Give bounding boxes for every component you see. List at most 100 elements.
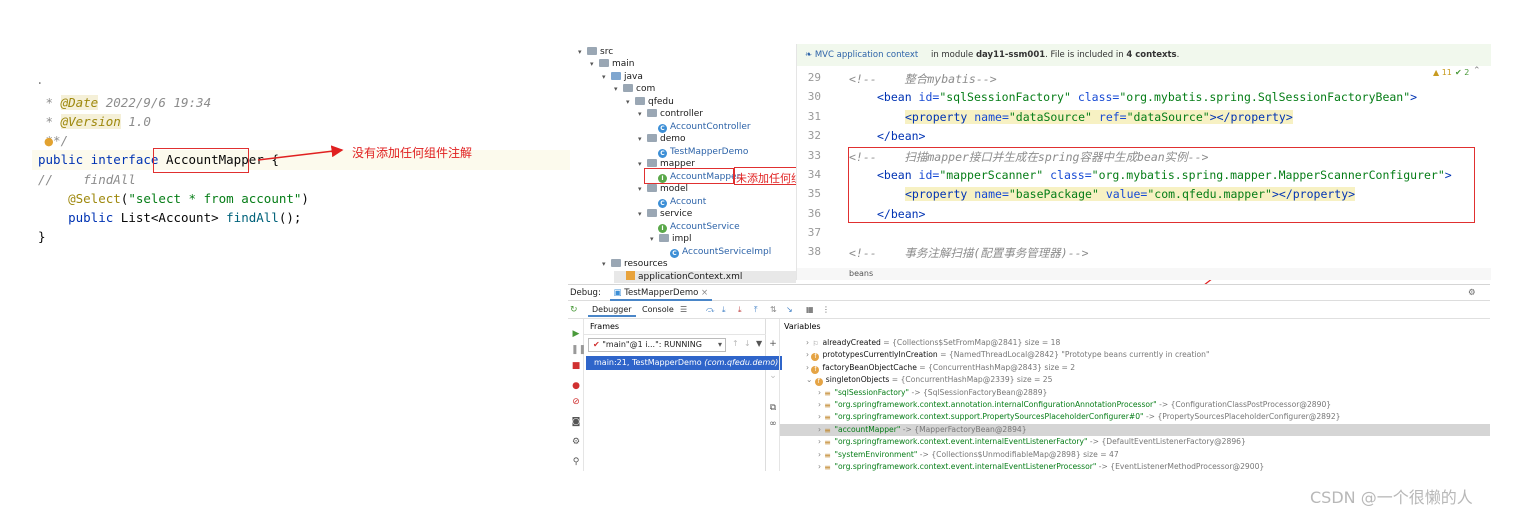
resume-icon[interactable]: ▶ bbox=[571, 329, 581, 339]
tree-item-accountservice[interactable]: I AccountService bbox=[658, 221, 740, 233]
filter-icon[interactable]: ▼ bbox=[756, 339, 762, 348]
stop-icon[interactable]: ■ bbox=[571, 361, 581, 371]
tree-item-testmapperdemo[interactable]: C TestMapperDemo bbox=[658, 146, 748, 158]
tree-item-qfedu[interactable]: ▾ qfedu bbox=[626, 96, 674, 108]
map-entry-icon: ≡ bbox=[824, 463, 831, 472]
tree-item-accountserviceimpl[interactable]: C AccountServiceImpl bbox=[670, 246, 771, 258]
map-entry-row[interactable]: › ≡ "org.springframework.context.event.in… bbox=[818, 461, 1264, 471]
interface-icon: I bbox=[658, 224, 667, 233]
var-row[interactable]: ⌄ f singletonObjects = {ConcurrentHashMap… bbox=[806, 374, 1052, 387]
step-over-icon[interactable]: ⤼ bbox=[706, 301, 715, 319]
collapse-down-icon[interactable]: ⌄ bbox=[768, 371, 778, 381]
debug-side-rail: ▶ ❚❚ ■ ● ⊘ ◙ ⚙ ⚲ bbox=[568, 319, 586, 471]
evaluate-icon[interactable]: ▦ bbox=[806, 301, 814, 319]
map-entry-row[interactable]: › ≡ "org.springframework.context.annotati… bbox=[818, 399, 1331, 411]
run-to-cursor-icon[interactable]: ↘ bbox=[786, 301, 793, 319]
arrow-down-icon[interactable]: ↓ bbox=[744, 339, 751, 348]
map-entry-row[interactable]: › ≡ "sqlSessionFactory" -> {SqlSessionFac… bbox=[818, 387, 1047, 399]
var-row[interactable]: › f prototypesCurrentlyInCreation = {Name… bbox=[806, 349, 1210, 362]
tree-item-java[interactable]: ▾ java bbox=[602, 71, 643, 83]
tree-item-impl[interactable]: ▾ impl bbox=[650, 233, 691, 245]
context-link[interactable]: MVC application context bbox=[815, 50, 918, 60]
chevron-down-icon[interactable]: ▾ bbox=[638, 108, 647, 120]
more-icon[interactable]: ⋮ bbox=[822, 301, 830, 319]
mute-breakpoints-icon[interactable]: ⊘ bbox=[571, 397, 581, 407]
tree-item-src[interactable]: ▾ src bbox=[578, 46, 613, 58]
arrow-up-icon[interactable]: ↑ bbox=[732, 339, 739, 348]
settings-icon[interactable]: ⚙ bbox=[571, 437, 581, 447]
field-flag-icon: ⚐ bbox=[812, 340, 819, 348]
map-entry-row-selected[interactable]: › ≡ "accountMapper" -> {MapperFactoryBean… bbox=[780, 423, 1490, 437]
map-entry-row[interactable]: › ≡ "org.springframework.context.event.in… bbox=[818, 436, 1246, 448]
frame-row[interactable]: main:21, TestMapperDemo (com.qfedu.demo) bbox=[586, 356, 782, 370]
chevron-down-icon[interactable]: ▾ bbox=[590, 58, 599, 70]
map-entry-icon: ≡ bbox=[824, 401, 831, 410]
step-into-icon[interactable]: ⤓ bbox=[722, 301, 726, 319]
map-entry-icon: ≡ bbox=[824, 438, 831, 448]
glasses-icon[interactable]: ∞ bbox=[768, 419, 778, 429]
chevron-down-icon[interactable]: ▾ bbox=[638, 208, 647, 220]
pin-icon[interactable]: ⚲ bbox=[571, 457, 581, 467]
view-breakpoints-icon[interactable]: ● bbox=[571, 381, 581, 391]
step-out-icon[interactable]: ⤒ bbox=[754, 301, 758, 319]
force-step-into-icon[interactable]: ⤓ bbox=[738, 301, 742, 319]
debug-label: Debug: bbox=[570, 288, 601, 298]
spring-context-bar: ❧ MVC application context in module day1… bbox=[797, 44, 1491, 66]
tree-item-com[interactable]: ▾ com bbox=[614, 83, 655, 95]
chevron-down-icon[interactable]: ▾ bbox=[638, 183, 647, 195]
xml-line-30: <bean id="sqlSessionFactory" class="org.… bbox=[877, 90, 1418, 104]
tree-item-account[interactable]: C Account bbox=[658, 196, 706, 208]
map-entry-icon: ≡ bbox=[824, 450, 831, 460]
copy-icon[interactable]: ⧉ bbox=[768, 403, 778, 413]
line-number: 32 bbox=[807, 129, 821, 142]
add-watch-icon[interactable]: + bbox=[768, 339, 778, 349]
camera-icon[interactable]: ◙ bbox=[571, 417, 581, 427]
tree-item-demo[interactable]: ▾ demo bbox=[638, 133, 686, 145]
var-row[interactable]: › ⚐ alreadyCreated = {Collections$SetFrom… bbox=[806, 337, 1060, 349]
line-number: 31 bbox=[807, 110, 821, 123]
collapse-up-icon[interactable]: ⌃ bbox=[768, 359, 778, 369]
tree-item-resources[interactable]: ▾ resources bbox=[602, 258, 668, 270]
xml-file-icon bbox=[626, 271, 635, 280]
var-row[interactable]: › f factoryBeanObjectCache = {ConcurrentH… bbox=[806, 362, 1075, 374]
tree-item-service[interactable]: ▾ service bbox=[638, 208, 692, 220]
chevron-down-icon[interactable]: ▾ bbox=[626, 96, 635, 108]
tab-debugger[interactable]: Debugger bbox=[588, 303, 636, 317]
menu-icon[interactable]: ☰ bbox=[680, 301, 687, 319]
run-config-icon: ▣ bbox=[613, 288, 622, 298]
pause-icon[interactable]: ❚❚ bbox=[571, 345, 586, 355]
folder-icon bbox=[587, 47, 597, 55]
xml-line-32: </bean> bbox=[877, 129, 926, 143]
chevron-down-icon[interactable]: ▾ bbox=[614, 83, 623, 95]
folder-icon bbox=[599, 59, 609, 67]
line-number: 35 bbox=[807, 187, 821, 200]
tree-item-controller[interactable]: ▾ controller bbox=[638, 108, 703, 120]
chevron-down-icon[interactable]: ▾ bbox=[650, 233, 659, 245]
close-icon[interactable]: × bbox=[701, 288, 708, 298]
rerun-icon[interactable]: ↻ bbox=[570, 301, 578, 319]
chevron-down-icon[interactable]: ▾ bbox=[602, 258, 611, 270]
tree-item-model[interactable]: ▾ model bbox=[638, 183, 688, 195]
map-entry-row[interactable]: › ≡ "systemEnvironment" -> {Collections$U… bbox=[818, 449, 1119, 461]
chevron-down-icon[interactable]: ▾ bbox=[602, 71, 611, 83]
map-entry-icon: ≡ bbox=[824, 388, 831, 398]
breadcrumb-beans[interactable]: beans bbox=[797, 269, 873, 278]
field-icon: f bbox=[811, 365, 820, 374]
package-icon bbox=[647, 134, 657, 142]
tree-item-main[interactable]: ▾ main bbox=[590, 58, 635, 70]
chevron-down-icon[interactable]: ▾ bbox=[638, 133, 647, 145]
drop-frame-icon[interactable]: ⇅ bbox=[770, 301, 777, 319]
debug-session-tab[interactable]: ▣ TestMapperDemo × bbox=[609, 287, 713, 301]
warnings-count[interactable]: ▲ 11 bbox=[1433, 68, 1452, 77]
map-entry-row[interactable]: › ≡ "org.springframework.context.support.… bbox=[818, 411, 1341, 423]
chevron-up-icon[interactable]: ⌃ bbox=[1473, 66, 1481, 76]
tree-item-applicationcontext[interactable]: applicationContext.xml bbox=[614, 271, 796, 283]
map-entry-icon: ≡ bbox=[824, 413, 831, 423]
thread-selector[interactable]: ✔ "main"@1 i...": RUNNING ▾ bbox=[588, 338, 726, 352]
tab-console[interactable]: Console bbox=[638, 303, 678, 317]
chevron-down-icon[interactable]: ▾ bbox=[578, 46, 587, 58]
tree-item-accountcontroller[interactable]: C AccountController bbox=[658, 121, 751, 133]
breadcrumb: beans bbox=[797, 268, 1491, 280]
gear-icon[interactable]: ⚙ bbox=[1468, 285, 1476, 301]
checks-count[interactable]: ✔ 2 bbox=[1455, 68, 1469, 77]
